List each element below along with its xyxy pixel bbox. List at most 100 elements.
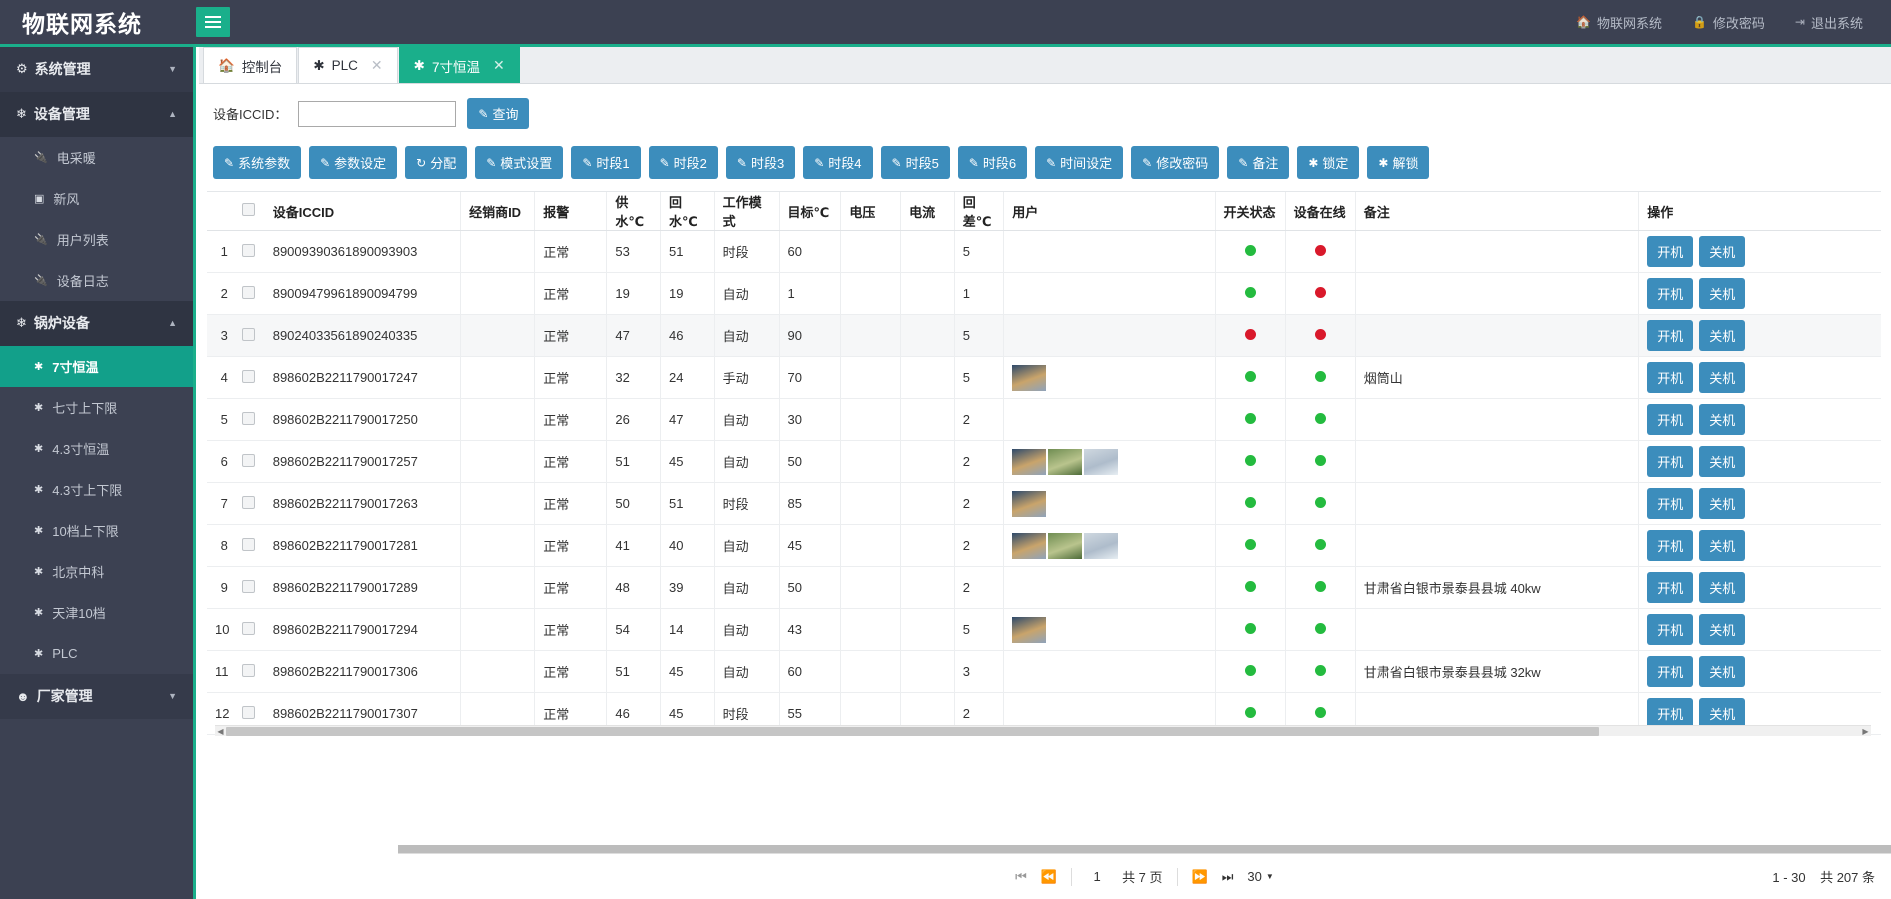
user-thumbnail[interactable] xyxy=(1012,616,1047,643)
table-row[interactable]: 7 898602B2211790017263 正常 50 51 时段 85 2 开机 关机 xyxy=(207,482,1881,525)
power-off-button[interactable]: 关机 xyxy=(1699,278,1746,309)
button-period-2[interactable]: ✎ 时段2 xyxy=(648,146,718,179)
row-checkbox-cell[interactable] xyxy=(233,272,265,315)
row-checkbox-cell[interactable] xyxy=(233,650,265,693)
user-thumbnail[interactable] xyxy=(1084,532,1119,559)
row-checkbox-cell[interactable] xyxy=(233,356,265,399)
button-system-params[interactable]: ✎ 系统参数 xyxy=(213,146,302,179)
tab-7inch-thermostat[interactable]: ✱ 7寸恒温 ✕ xyxy=(398,47,520,83)
tab-plc[interactable]: ✱ PLC ✕ xyxy=(298,47,398,83)
row-checkbox-cell[interactable] xyxy=(233,608,265,651)
power-off-button[interactable]: 关机 xyxy=(1699,446,1746,477)
row-checkbox[interactable] xyxy=(241,705,255,719)
button-remark[interactable]: ✎ 备注 xyxy=(1227,146,1290,179)
horizontal-scrollbar[interactable]: ◀ ▶ xyxy=(215,725,1871,736)
power-off-button[interactable]: 关机 xyxy=(1699,488,1746,519)
button-period-6[interactable]: ✎ 时段6 xyxy=(957,146,1028,179)
row-checkbox[interactable] xyxy=(241,537,255,551)
sidebar-item-4p3inch-thermostat[interactable]: ✱ 4.3寸恒温 xyxy=(0,428,193,469)
button-mode-settings[interactable]: ✎ 模式设置 xyxy=(475,146,564,179)
button-period-4[interactable]: ✎ 时段4 xyxy=(803,146,873,179)
power-off-button[interactable]: 关机 xyxy=(1699,236,1746,267)
cell-operation[interactable]: 开机 关机 xyxy=(1638,398,1881,441)
power-off-button[interactable]: 关机 xyxy=(1699,656,1746,687)
row-checkbox[interactable] xyxy=(241,285,255,299)
power-on-button[interactable]: 开机 xyxy=(1647,656,1694,687)
first-page-icon[interactable]: ⏮ xyxy=(1015,869,1027,885)
topnav-item-logout[interactable]: ⇥ 退出系统 xyxy=(1795,13,1863,32)
table-row[interactable]: 8 898602B2211790017281 正常 41 40 自动 45 2 开机 关机 xyxy=(207,524,1881,567)
prev-page-icon[interactable]: ⏪ xyxy=(1041,869,1057,885)
last-page-icon[interactable]: ⏭ xyxy=(1222,869,1234,885)
cell-operation[interactable]: 开机 关机 xyxy=(1638,440,1881,483)
sidebar-item-4p3inch-limits[interactable]: ✱ 4.3寸上下限 xyxy=(0,469,193,510)
table-row[interactable]: 2 89009479961890094799 正常 19 19 自动 1 1 开机 关机 xyxy=(207,272,1881,315)
button-allocate[interactable]: ↻ 分配 xyxy=(405,146,468,179)
row-checkbox[interactable] xyxy=(241,495,255,509)
sidebar-item-tianjin-10level[interactable]: ✱ 天津10档 xyxy=(0,592,193,633)
user-thumbnail[interactable] xyxy=(1048,448,1083,475)
cell-operation[interactable]: 开机 关机 xyxy=(1638,566,1881,609)
row-checkbox[interactable] xyxy=(241,621,255,635)
close-icon[interactable]: ✕ xyxy=(493,57,505,74)
button-period-5[interactable]: ✎ 时段5 xyxy=(880,146,950,179)
table-row[interactable]: 3 89024033561890240335 正常 47 46 自动 90 5 开机 关机 xyxy=(207,314,1881,357)
search-input[interactable] xyxy=(298,100,457,127)
cell-operation[interactable]: 开机 关机 xyxy=(1638,482,1881,525)
power-on-button[interactable]: 开机 xyxy=(1647,488,1694,519)
sidebar-item-10level-limits[interactable]: ✱ 10档上下限 xyxy=(0,510,193,551)
sidebar-item-fresh-air[interactable]: ▣ 新风 xyxy=(0,178,193,219)
cell-operation[interactable]: 开机 关机 xyxy=(1638,608,1881,651)
row-checkbox-cell[interactable] xyxy=(233,524,265,567)
power-off-button[interactable]: 关机 xyxy=(1699,404,1746,435)
user-thumbnail[interactable] xyxy=(1048,532,1083,559)
row-checkbox[interactable] xyxy=(241,369,255,383)
cell-operation[interactable]: 开机 关机 xyxy=(1638,356,1881,399)
table-row[interactable]: 9 898602B2211790017289 正常 48 39 自动 50 2 甘肃省白银市景泰… xyxy=(207,566,1881,609)
power-on-button[interactable]: 开机 xyxy=(1647,362,1694,393)
sidebar-group-boiler-equipment[interactable]: ❄ 锅炉设备 ▲ xyxy=(0,301,193,346)
user-thumbnail[interactable] xyxy=(1012,532,1047,559)
power-off-button[interactable]: 关机 xyxy=(1699,362,1746,393)
user-thumbnail[interactable] xyxy=(1084,448,1119,475)
user-thumbnail[interactable] xyxy=(1012,364,1047,391)
power-on-button[interactable]: 开机 xyxy=(1647,446,1694,477)
cell-operation[interactable]: 开机 关机 xyxy=(1638,524,1881,567)
button-period-1[interactable]: ✎ 时段1 xyxy=(571,146,641,179)
topnav-item-change-password[interactable]: 🔒 修改密码 xyxy=(1692,13,1765,32)
page-size-select[interactable]: 30 ▼ xyxy=(1247,869,1273,884)
button-lock[interactable]: ✱ 锁定 xyxy=(1297,146,1360,179)
search-button[interactable]: ✎ 查询 xyxy=(467,98,530,129)
button-change-password[interactable]: ✎ 修改密码 xyxy=(1131,146,1220,179)
sidebar-item-electric-heating[interactable]: 🔌 电采暖 xyxy=(0,137,193,178)
sidebar-item-plc[interactable]: ✱ PLC xyxy=(0,633,193,674)
power-on-button[interactable]: 开机 xyxy=(1647,614,1694,645)
power-on-button[interactable]: 开机 xyxy=(1647,530,1694,561)
select-all-checkbox-cell[interactable] xyxy=(233,192,265,231)
power-on-button[interactable]: 开机 xyxy=(1647,278,1694,309)
next-page-icon[interactable]: ⏩ xyxy=(1192,869,1208,885)
topnav-item-home[interactable]: 🏠 物联网系统 xyxy=(1576,13,1662,32)
scrollbar-thumb[interactable] xyxy=(226,726,1599,736)
row-checkbox[interactable] xyxy=(241,243,255,257)
row-checkbox-cell[interactable] xyxy=(233,482,265,525)
table-row[interactable]: 11 898602B2211790017306 正常 51 45 自动 60 3 甘肃省白银市景… xyxy=(207,650,1881,693)
row-checkbox-cell[interactable] xyxy=(233,440,265,483)
scrollbar-track[interactable] xyxy=(226,725,1860,736)
scroll-left-icon[interactable]: ◀ xyxy=(215,727,226,736)
cell-operation[interactable]: 开机 关机 xyxy=(1638,314,1881,357)
scroll-right-icon[interactable]: ▶ xyxy=(1860,727,1871,736)
sidebar-item-user-list[interactable]: 🔌 用户列表 xyxy=(0,219,193,260)
table-row[interactable]: 10 898602B2211790017294 正常 54 14 自动 43 5 开机 关机 xyxy=(207,608,1881,651)
sidebar-group-device-management[interactable]: ❄ 设备管理 ▲ xyxy=(0,92,193,137)
user-thumbnail[interactable] xyxy=(1012,448,1047,475)
table-row[interactable]: 1 89009390361890093903 正常 53 51 时段 60 5 开机 关机 xyxy=(207,230,1881,273)
cell-operation[interactable]: 开机 关机 xyxy=(1638,650,1881,693)
power-on-button[interactable]: 开机 xyxy=(1647,572,1694,603)
table-row[interactable]: 5 898602B2211790017250 正常 26 47 自动 30 2 开机 关机 xyxy=(207,398,1881,441)
power-off-button[interactable]: 关机 xyxy=(1699,530,1746,561)
power-on-button[interactable]: 开机 xyxy=(1647,320,1694,351)
user-thumbnail[interactable] xyxy=(1012,490,1047,517)
row-checkbox-cell[interactable] xyxy=(233,314,265,357)
button-param-settings[interactable]: ✎ 参数设定 xyxy=(309,146,398,179)
